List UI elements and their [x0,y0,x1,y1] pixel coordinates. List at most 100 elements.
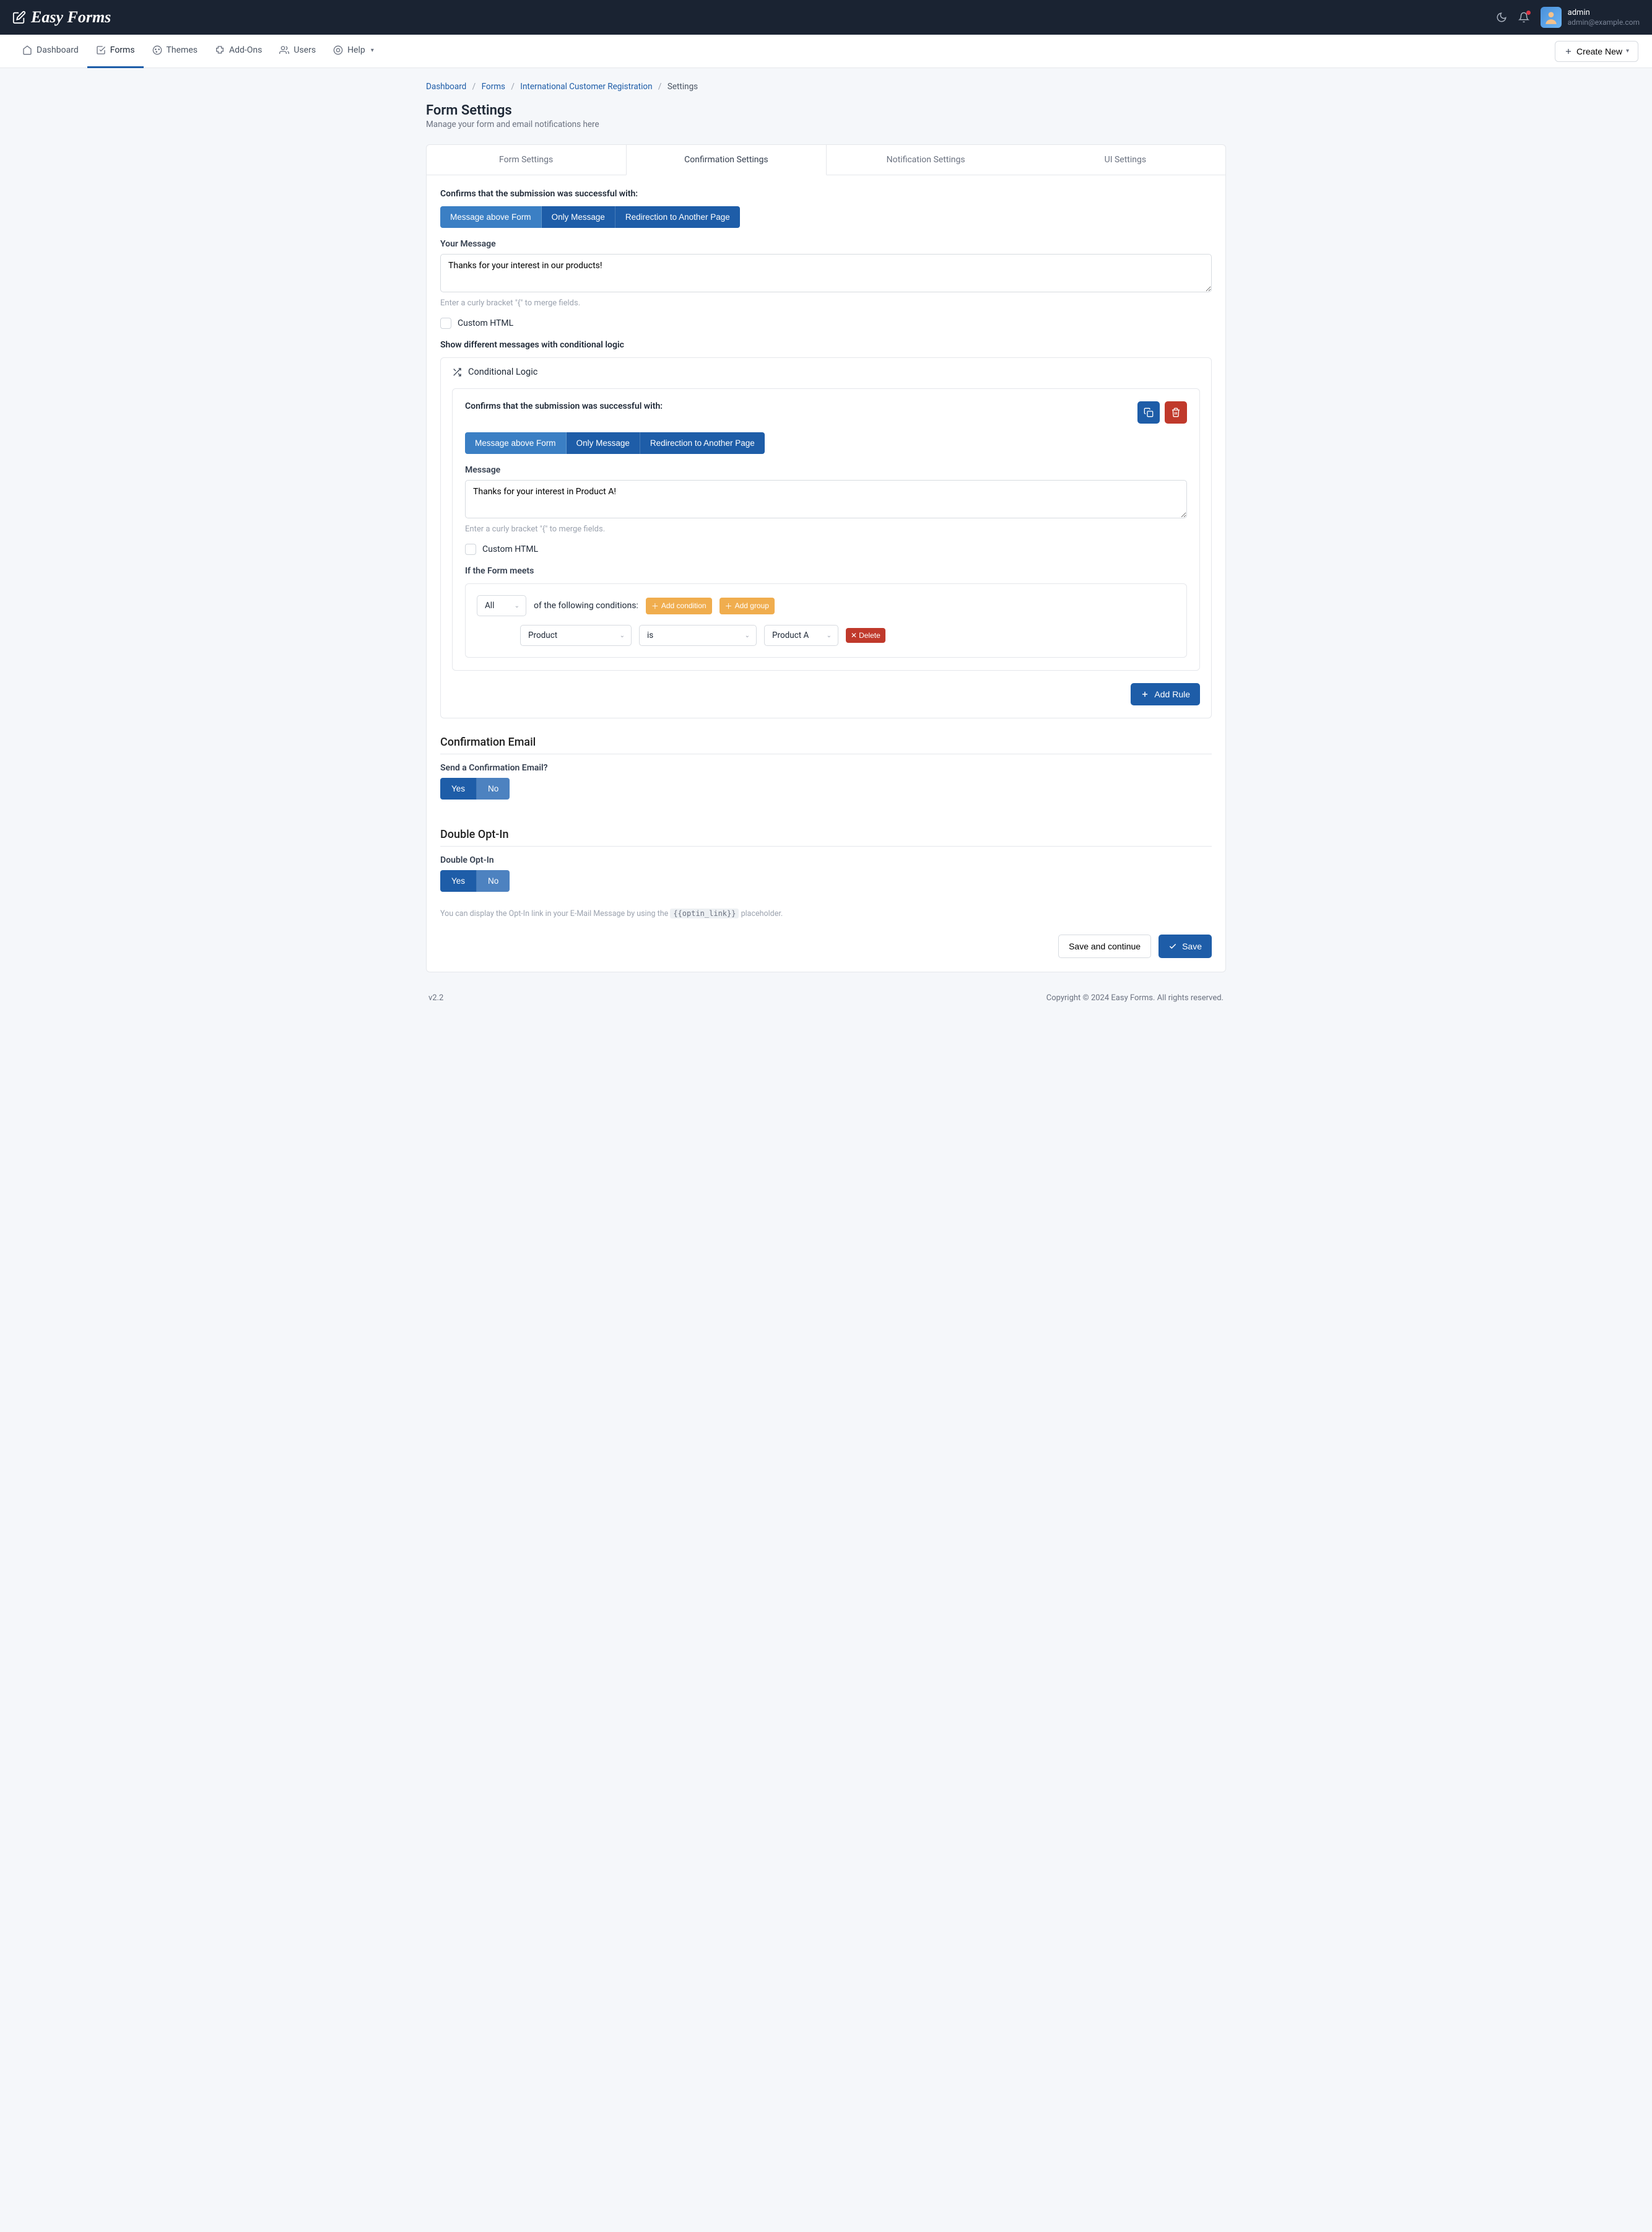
conditions-box: All ⌄ of the following conditions: ＋ Add… [465,583,1187,658]
version-text: v2.2 [428,993,443,1003]
rule-confirm-type-group: Message above Form Only Message Redirect… [465,432,765,454]
rule-card: Confirms that the submission was success… [452,388,1200,671]
nav-users[interactable]: Users [271,35,324,68]
crumb-forms[interactable]: Forms [482,82,505,92]
dark-mode-icon[interactable] [1496,12,1507,23]
email-no[interactable]: No [477,778,510,800]
rule-opt-only-message[interactable]: Only Message [567,432,640,454]
custom-html-label: Custom HTML [458,318,513,328]
rule-custom-html-checkbox[interactable] [465,544,476,555]
nav-dashboard[interactable]: Dashboard [14,35,87,68]
shuffle-icon [452,367,462,377]
user-email: admin@example.com [1568,18,1640,27]
plus-icon: ＋ [725,601,733,611]
meets-label: If the Form meets [465,566,1187,576]
page-footer: v2.2 Copyright © 2024 Easy Forms. All ri… [426,993,1226,1008]
chevron-down-icon: ⌄ [745,632,750,639]
conditional-logic-card: Conditional Logic Confirms that the subm… [440,357,1212,718]
opt-only-message[interactable]: Only Message [542,206,615,228]
email-label: Send a Confirmation Email? [440,763,1212,773]
nav-help[interactable]: Help ▾ [324,35,383,68]
rule-opt-redirect[interactable]: Redirection to Another Page [640,432,765,454]
optin-section-title: Double Opt-In [440,828,1212,841]
email-section-title: Confirmation Email [440,736,1212,749]
nav-addons[interactable]: Add-Ons [206,35,271,68]
nav-themes[interactable]: Themes [144,35,206,68]
save-continue-button[interactable]: Save and continue [1058,935,1151,958]
crumb-current: Settings [667,82,698,92]
page-subtitle: Manage your form and email notifications… [426,120,1226,129]
opt-message-above[interactable]: Message above Form [440,206,542,228]
delete-condition-button[interactable]: ✕ Delete [846,628,885,643]
user-name: admin [1568,8,1640,18]
rule-custom-html-label: Custom HTML [482,544,538,554]
duplicate-rule-button[interactable] [1137,401,1160,424]
chevron-down-icon: ⌄ [620,632,625,639]
create-new-button[interactable]: Create New ▾ [1555,41,1638,62]
close-icon: ✕ [851,631,857,640]
optin-placeholder-chip: {{optin_link}} [670,909,739,918]
optin-help: You can display the Opt-In link in your … [440,909,1212,918]
tab-ui-settings[interactable]: UI Settings [1026,145,1225,175]
rule-merge-help: Enter a curly bracket "{" to merge field… [465,525,1187,534]
add-rule-button[interactable]: Add Rule [1131,683,1200,705]
optin-no[interactable]: No [477,870,510,892]
add-group-button[interactable]: ＋ Add group [719,598,775,614]
page-title: Form Settings [426,103,1226,118]
trash-icon [1171,408,1181,417]
copy-icon [1144,408,1154,417]
email-yes[interactable]: Yes [440,778,477,800]
confirm-type-group: Message above Form Only Message Redirect… [440,206,740,228]
plus-icon: ＋ [651,601,659,611]
cond-heading: Show different messages with conditional… [440,340,1212,350]
users-icon [279,45,289,55]
custom-html-checkbox[interactable] [440,318,451,329]
condition-operator-select[interactable]: is ⌄ [639,625,757,646]
your-message-input[interactable] [440,254,1212,292]
check-icon [1168,942,1177,951]
email-toggle: Yes No [440,778,510,800]
bell-icon[interactable] [1518,12,1529,23]
crumb-dashboard[interactable]: Dashboard [426,82,466,92]
rule-heading: Confirms that the submission was success… [465,401,663,411]
optin-toggle: Yes No [440,870,510,892]
add-condition-button[interactable]: ＋ Add condition [646,598,712,614]
save-button[interactable]: Save [1159,935,1212,958]
divider [440,846,1212,847]
plus-icon [1141,690,1149,699]
your-message-label: Your Message [440,239,1212,249]
tab-form-settings[interactable]: Form Settings [427,145,626,175]
opt-redirect[interactable]: Redirection to Another Page [615,206,740,228]
merge-help: Enter a curly bracket "{" to merge field… [440,299,1212,308]
user-menu[interactable]: admin admin@example.com [1541,7,1640,28]
chevron-down-icon: ⌄ [827,632,832,639]
rule-message-input[interactable] [465,480,1187,518]
check-square-icon [96,45,106,55]
logo[interactable]: Easy Forms [12,8,111,27]
home-icon [22,45,32,55]
delete-rule-button[interactable] [1165,401,1187,424]
topbar: Easy Forms admin admin@example.com [0,0,1652,35]
palette-icon [152,45,162,55]
tab-notification-settings[interactable]: Notification Settings [827,145,1026,175]
chevron-down-icon: ▾ [371,47,374,54]
edit-icon [12,11,26,24]
cond-title: Conditional Logic [468,367,537,377]
brand-text: Easy Forms [31,8,111,27]
optin-yes[interactable]: Yes [440,870,477,892]
confirm-heading: Confirms that the submission was success… [440,189,1212,199]
navbar: Dashboard Forms Themes Add-Ons Users Hel… [0,35,1652,68]
rule-opt-message-above[interactable]: Message above Form [465,432,567,454]
lifebuoy-icon [333,45,343,55]
puzzle-icon [215,45,225,55]
scope-select[interactable]: All ⌄ [477,595,526,616]
chevron-down-icon: ⌄ [515,603,520,609]
optin-label: Double Opt-In [440,855,1212,865]
scope-after-text: of the following conditions: [534,601,638,611]
crumb-form-name[interactable]: International Customer Registration [520,82,652,92]
condition-value-select[interactable]: Product A ⌄ [764,625,838,646]
condition-field-select[interactable]: Product ⌄ [520,625,632,646]
settings-card: Form Settings Confirmation Settings Noti… [426,144,1226,972]
tab-confirmation-settings[interactable]: Confirmation Settings [626,145,826,175]
nav-forms[interactable]: Forms [87,35,144,68]
